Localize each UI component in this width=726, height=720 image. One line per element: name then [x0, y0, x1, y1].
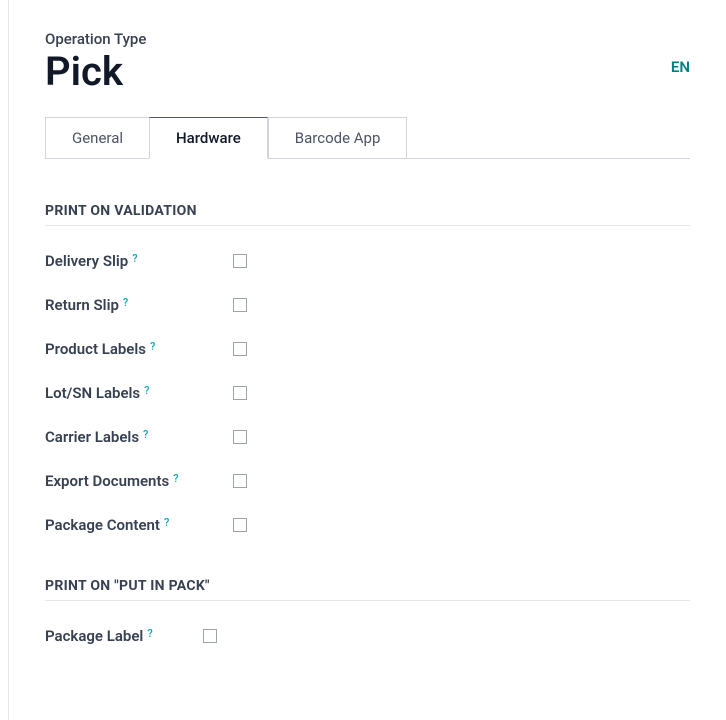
field-row-package-content: Package Content ?: [45, 516, 690, 534]
checkbox-lot-sn-labels[interactable]: [233, 386, 247, 400]
label-product-labels: Product Labels: [45, 340, 146, 358]
label-delivery-slip: Delivery Slip: [45, 252, 128, 270]
breadcrumb: Operation Type: [45, 30, 146, 48]
field-row-carrier-labels: Carrier Labels ?: [45, 428, 690, 446]
checkbox-package-content[interactable]: [233, 518, 247, 532]
tabs: General Hardware Barcode App: [45, 116, 690, 159]
help-icon[interactable]: ?: [150, 340, 155, 353]
checkbox-export-documents[interactable]: [233, 474, 247, 488]
field-row-package-label: Package Label ?: [45, 627, 690, 645]
label-lot-sn-labels: Lot/SN Labels: [45, 384, 140, 402]
tab-barcode-app[interactable]: Barcode App: [268, 117, 408, 159]
section-title-print-on-validation: PRINT ON VALIDATION: [45, 203, 690, 226]
page-title: Pick: [45, 50, 146, 94]
field-row-export-documents: Export Documents ?: [45, 472, 690, 490]
label-export-documents: Export Documents: [45, 472, 169, 490]
checkbox-package-label[interactable]: [203, 629, 217, 643]
help-icon[interactable]: ?: [147, 627, 152, 640]
field-row-return-slip: Return Slip ?: [45, 296, 690, 314]
checkbox-carrier-labels[interactable]: [233, 430, 247, 444]
field-row-delivery-slip: Delivery Slip ?: [45, 252, 690, 270]
help-icon[interactable]: ?: [132, 252, 137, 265]
tab-general[interactable]: General: [45, 117, 149, 159]
label-package-label: Package Label: [45, 627, 143, 645]
label-carrier-labels: Carrier Labels: [45, 428, 139, 446]
help-icon[interactable]: ?: [173, 472, 178, 485]
language-button[interactable]: EN: [671, 58, 690, 76]
checkbox-delivery-slip[interactable]: [233, 254, 247, 268]
help-icon[interactable]: ?: [164, 516, 169, 529]
help-icon[interactable]: ?: [144, 384, 149, 397]
field-row-product-labels: Product Labels ?: [45, 340, 690, 358]
label-package-content: Package Content: [45, 516, 160, 534]
checkbox-product-labels[interactable]: [233, 342, 247, 356]
checkbox-return-slip[interactable]: [233, 298, 247, 312]
label-return-slip: Return Slip: [45, 296, 119, 314]
section-title-print-on-put-in-pack: PRINT ON "PUT IN PACK": [45, 578, 690, 601]
help-icon[interactable]: ?: [123, 296, 128, 309]
help-icon[interactable]: ?: [143, 428, 148, 441]
field-row-lot-sn-labels: Lot/SN Labels ?: [45, 384, 690, 402]
tab-hardware[interactable]: Hardware: [149, 117, 268, 159]
